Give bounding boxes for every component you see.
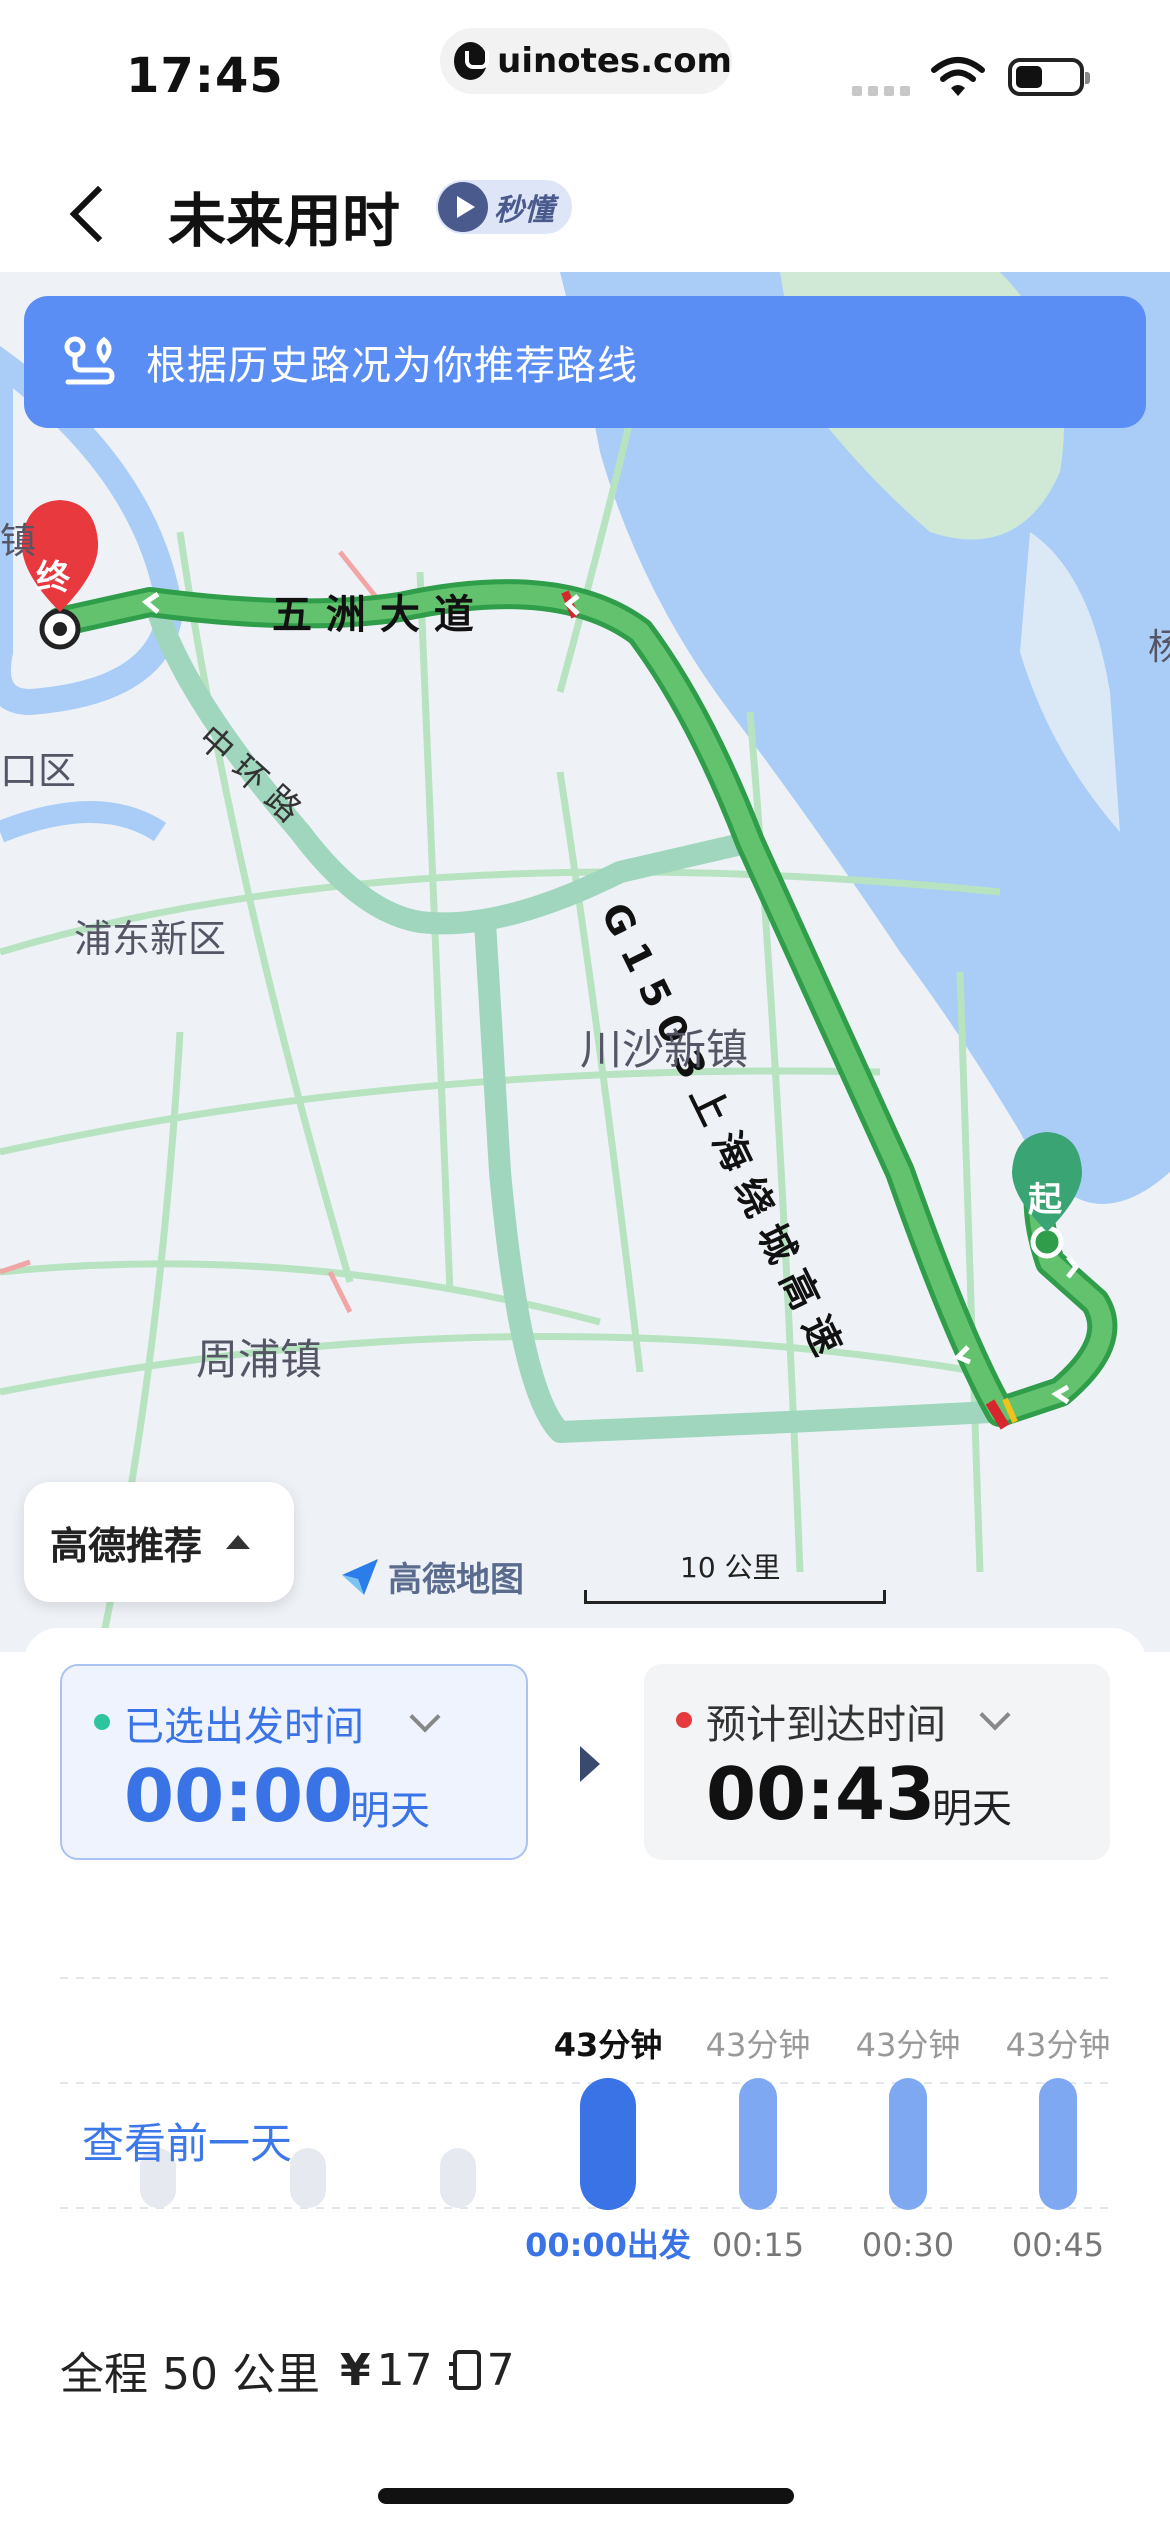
amap-logo-icon: [342, 1558, 378, 1595]
amap-logo-text: 高德地图: [388, 1560, 524, 1600]
nav-bar: 未来用时 秒懂: [0, 150, 1170, 272]
map-view[interactable]: 终 起 五 洲 大 道 G 1 5 0 3 上 海 绕 城 高 速 中 环 路 …: [0, 272, 1170, 1652]
chart-value-label: 43分钟: [1006, 2026, 1110, 2064]
url-text: uinotes.com: [497, 41, 732, 81]
chart-category-label: 00:45: [1012, 2226, 1104, 2264]
scale-label: 10 公里: [680, 1551, 781, 1584]
chart-value-label: 43分钟: [706, 2026, 811, 2064]
district-label-pudong: 浦东新区: [74, 917, 227, 961]
end-marker-label: 终: [36, 558, 70, 598]
chart-bar-placeholder: [290, 2148, 326, 2208]
departure-label: 已选出发时间: [124, 1704, 364, 1750]
status-time: 17:45: [126, 48, 284, 104]
route-cost: 17: [376, 2344, 433, 2396]
route-time-panel: 已选出发时间 00:00 明天 预计到达时间 00:43 明天 43分钟 00:0…: [24, 1628, 1146, 2428]
chart-category-label: 00:30: [862, 2226, 954, 2264]
chart-bar[interactable]: [580, 2078, 636, 2210]
play-icon: [438, 182, 488, 232]
chart-bar[interactable]: [1039, 2078, 1077, 2210]
back-button[interactable]: [64, 172, 124, 248]
url-pill[interactable]: uinotes.com: [440, 28, 732, 94]
route-toll-count: 7: [486, 2344, 515, 2396]
departure-day: 明天: [350, 1788, 430, 1834]
site-logo-icon: [454, 42, 490, 80]
battery-icon: [1008, 58, 1090, 96]
arrival-time-card[interactable]: 预计到达时间 00:43 明天: [644, 1664, 1110, 1860]
banner-text: 根据历史路况为你推荐路线: [146, 343, 638, 389]
scale-bar: [584, 1590, 886, 1604]
departure-dot: [94, 1714, 110, 1730]
wifi-icon: [931, 57, 985, 96]
miaodong-badge[interactable]: 秒懂: [436, 180, 572, 234]
chart-bar-placeholder: [440, 2148, 476, 2208]
chevron-down-icon: [409, 1701, 441, 1733]
chevron-down-icon: [979, 1699, 1011, 1731]
road-label-wuzhou: 五 洲 大 道: [272, 592, 474, 638]
status-bar: 17:45 uinotes.com: [0, 0, 1170, 150]
departure-time: 00:00: [124, 1754, 354, 1838]
arrow-right-icon: [580, 1746, 600, 1782]
map-edge-label-left: 镇: [0, 521, 37, 562]
arrival-time: 00:43: [706, 1752, 936, 1836]
route-distance: 全程 50 公里: [60, 2349, 320, 2400]
yen-icon: ¥: [339, 2344, 371, 2396]
arrival-dot: [676, 1712, 692, 1728]
chart-bar[interactable]: [889, 2078, 927, 2210]
chart-value-label: 43分钟: [856, 2026, 961, 2064]
departure-time-card[interactable]: 已选出发时间 00:00 明天: [60, 1664, 528, 1860]
route-recommend-banner: 根据历史路况为你推荐路线: [24, 296, 1146, 428]
route-icon: [64, 336, 115, 385]
town-label-zhoupu: 周浦镇: [196, 1335, 323, 1384]
route-summary: 全程 50 公里 ¥ 17 7: [60, 2338, 515, 2402]
home-indicator: [378, 2488, 794, 2504]
view-previous-day-link[interactable]: 查看前一天: [82, 2110, 292, 2171]
chart-category-label: 00:00出发: [525, 2226, 691, 2264]
arrival-day: 明天: [932, 1786, 1012, 1832]
chart-value-label: 43分钟: [554, 2026, 663, 2064]
page-title: 未来用时: [168, 187, 401, 255]
recommend-dropdown-button[interactable]: 高德推荐: [24, 1482, 294, 1602]
arrival-label: 预计到达时间: [706, 1702, 946, 1748]
recommend-label: 高德推荐: [50, 1523, 203, 1568]
caret-up-icon: [226, 1535, 251, 1549]
chart-bar[interactable]: [739, 2078, 777, 2210]
chart-category-label: 00:15: [712, 2226, 804, 2264]
cellular-signal-icon: [852, 86, 910, 96]
miaodong-label: 秒懂: [494, 193, 554, 228]
map-edge-label-right: 杨: [1148, 627, 1170, 668]
district-label-kou: 口区: [0, 749, 77, 793]
traffic-light-icon: [448, 2350, 481, 2390]
amap-logo: 高德地图: [340, 1552, 524, 1601]
town-label-chuansha: 川沙新镇: [580, 1025, 749, 1074]
start-marker-label: 起: [1028, 1180, 1062, 1220]
